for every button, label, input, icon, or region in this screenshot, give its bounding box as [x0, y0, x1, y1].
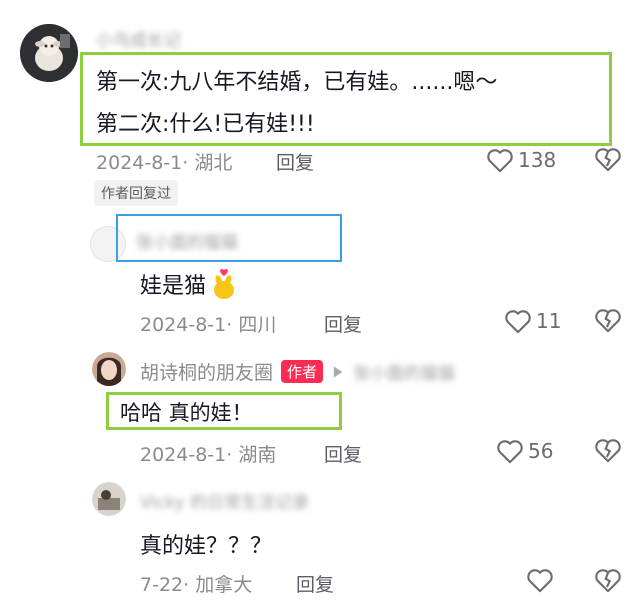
comment-text-line-2: 第二次:什么!已有娃!!! [96, 112, 315, 137]
comment-date: 2024-8-1 [140, 314, 227, 336]
comment-location: 加拿大 [195, 574, 253, 596]
dislike-button[interactable] [594, 437, 622, 467]
comment-date: 2024-8-1 [96, 152, 183, 174]
comment-location: 四川 [238, 314, 277, 336]
like-button[interactable] [526, 567, 554, 597]
comment-location: 湖北 [194, 152, 233, 174]
like-count: 138 [518, 148, 557, 172]
photo-avatar-icon [92, 482, 126, 516]
author-badge: 作者 [281, 360, 324, 383]
dislike-button[interactable] [594, 567, 622, 597]
comment-username[interactable]: 小鸟成长记 [96, 26, 181, 51]
author-replied-badge: 作者回复过 [94, 180, 178, 206]
heart-outline-icon [487, 149, 513, 173]
meta-separator: · [226, 444, 239, 466]
heart-outline-icon [497, 440, 523, 464]
like-button[interactable]: 56 [496, 437, 553, 465]
finger-heart-emoji [214, 268, 235, 299]
dislike-button[interactable] [594, 146, 622, 176]
comment-username[interactable]: 胡诗桐的朋友圈 [140, 358, 273, 385]
heart-outline-icon [505, 310, 531, 334]
heart-outline-icon [527, 569, 553, 593]
like-button[interactable]: 11 [504, 307, 561, 335]
comment-header: 胡诗桐的朋友圈 作者 张小面的猫猫 [140, 358, 455, 385]
comment-date-location: 2024-8-1· 湖北 [96, 148, 232, 175]
like-count: 56 [528, 439, 554, 463]
reply-button[interactable]: 回复 [324, 310, 362, 337]
broken-heart-icon [595, 439, 621, 463]
comment-date-location: 2024-8-1· 四川 [140, 310, 276, 337]
comment-date: 7-22 [140, 574, 184, 596]
comment-text: 哈哈 真的娃！ [120, 401, 253, 425]
broken-heart-icon [595, 309, 621, 333]
reply-button[interactable]: 回复 [276, 148, 314, 175]
comment-text-line-1: 第一次:九八年不结婚，已有娃。......嗯～ [96, 70, 498, 95]
like-button[interactable]: 138 [486, 146, 556, 174]
comment-username[interactable]: 张小面的猫猫 [136, 228, 238, 253]
comment-text-content: 娃是猫 [140, 274, 207, 299]
play-arrow-icon [333, 365, 343, 378]
reply-button[interactable]: 回复 [324, 440, 362, 467]
reply-to-username[interactable]: 张小面的猫猫 [353, 359, 455, 384]
avatar[interactable] [92, 352, 126, 386]
broken-heart-icon [595, 148, 621, 172]
comment-location: 湖南 [238, 444, 277, 466]
comment-text: 真的娃？？？ [140, 534, 273, 559]
comment-username[interactable]: Vicky 的日常生活记录 [140, 488, 309, 513]
meta-separator: · [182, 152, 195, 174]
portrait-avatar-icon [92, 352, 126, 386]
like-count: 11 [536, 309, 562, 333]
comment-date-location: 2024-8-1· 湖南 [140, 440, 276, 467]
avatar[interactable] [20, 24, 78, 82]
dislike-button[interactable] [594, 307, 622, 337]
avatar[interactable] [92, 482, 126, 516]
sheep-avatar-icon [20, 24, 78, 82]
meta-separator: · [226, 314, 239, 336]
comment-date-location: 7-22· 加拿大 [140, 570, 252, 597]
broken-heart-icon [595, 569, 621, 593]
comment-text: 娃是猫 [140, 268, 238, 300]
reply-button[interactable]: 回复 [296, 570, 334, 597]
meta-separator: · [183, 574, 196, 596]
comment-date: 2024-8-1 [140, 444, 227, 466]
